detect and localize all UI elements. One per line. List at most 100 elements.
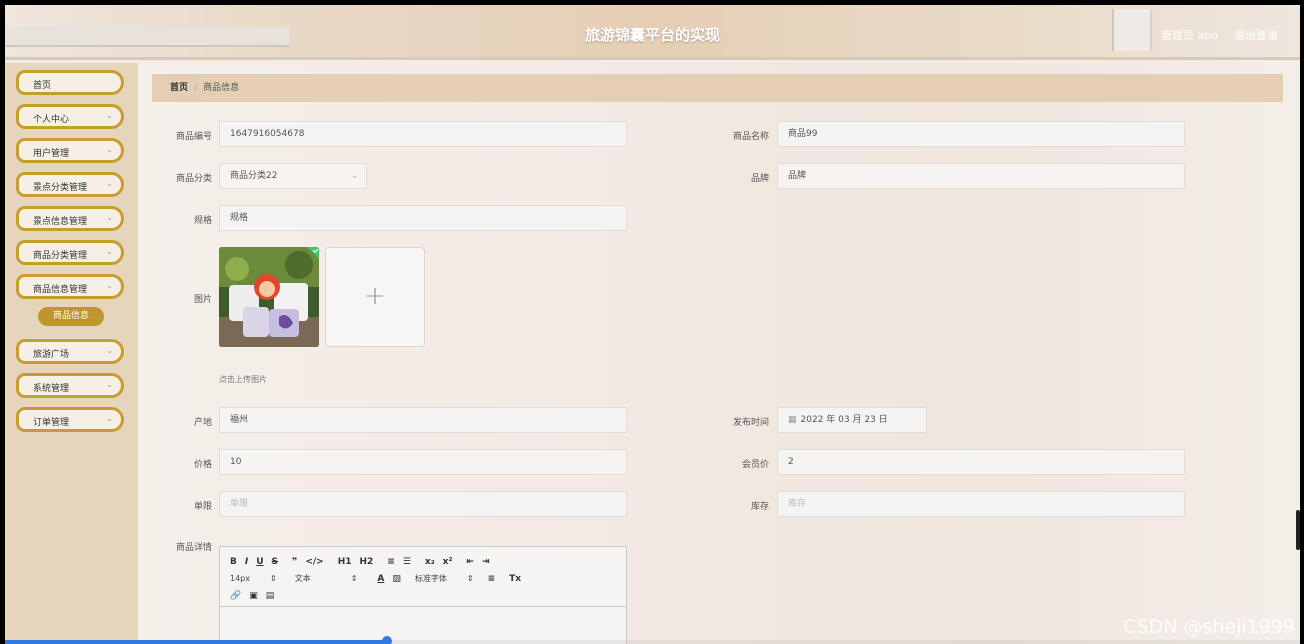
name-field[interactable]: 商品99 xyxy=(777,121,1185,147)
sidebar-item-label: 订单管理 xyxy=(33,418,70,428)
font-family-select[interactable]: 标准字体 xyxy=(415,573,447,584)
chevron-down-icon: ⌄ xyxy=(106,346,113,355)
price-field[interactable]: 10 xyxy=(219,449,627,475)
sidebar-item-spot-category[interactable]: 景点分类管理 ⌄ xyxy=(16,172,124,197)
logout-link[interactable]: 退出登录 xyxy=(1234,27,1278,43)
link-icon[interactable]: 🔗 xyxy=(230,591,241,601)
ordered-list-button[interactable]: ≡ xyxy=(387,557,395,567)
chevron-down-icon: ⌄ xyxy=(106,145,113,154)
sidebar-item-home[interactable]: 首页 xyxy=(16,70,124,95)
category-select-value: 商品分类22 xyxy=(230,171,278,181)
label-name: 商品名称 xyxy=(732,132,769,142)
code-field[interactable]: 1647916054678 xyxy=(219,121,627,147)
chevron-updown-icon: ⇕ xyxy=(466,574,474,583)
chevron-down-icon: ⌄ xyxy=(106,380,113,389)
sidebar-item-spot-info[interactable]: 景点信息管理 ⌄ xyxy=(16,206,124,231)
category-select[interactable]: 商品分类22 ⌄ xyxy=(219,163,367,189)
italic-button[interactable]: I xyxy=(245,557,248,567)
font-color-button[interactable]: A xyxy=(377,574,384,584)
h2-button[interactable]: H2 xyxy=(360,557,374,567)
sidebar-item-system[interactable]: 系统管理 ⌄ xyxy=(16,373,124,398)
label-brand: 品牌 xyxy=(750,174,769,184)
sidebar-item-label: 商品分类管理 xyxy=(33,251,88,261)
superscript-button[interactable]: x² xyxy=(443,557,453,567)
label-member-price: 会员价 xyxy=(741,460,769,470)
user-name[interactable]: 管理员 abo xyxy=(1161,27,1218,43)
label-limit: 单限 xyxy=(193,502,212,512)
image-icon[interactable]: ▣ xyxy=(249,591,258,601)
image-upload-button[interactable]: + xyxy=(325,247,425,347)
underline-button[interactable]: U xyxy=(256,557,263,567)
uploaded-image-thumbnail[interactable] xyxy=(219,247,319,347)
video-icon[interactable]: ▤ xyxy=(266,591,275,601)
sidebar-item-profile[interactable]: 个人中心 ⌄ xyxy=(16,104,124,129)
h1-button[interactable]: H1 xyxy=(338,557,352,567)
sidebar-item-goods-info[interactable]: 商品信息管理 ⌄ xyxy=(16,274,124,299)
code-button[interactable]: </> xyxy=(305,557,323,567)
chevron-updown-icon: ⇕ xyxy=(270,574,277,583)
strike-button[interactable]: S xyxy=(272,557,278,567)
chevron-down-icon: ⌄ xyxy=(106,247,113,256)
limit-field[interactable]: 单限 xyxy=(219,491,627,517)
video-progress-handle[interactable] xyxy=(382,636,393,644)
top-header: 旅游锦囊平台的实现 管理员 abo 退出登录 xyxy=(5,5,1300,60)
upload-tip: 点击上传图片 xyxy=(219,375,267,384)
rich-text-editor[interactable]: B I U S ❞ </> H1 H2 ≡ ☰ x₂ x² ⇤ ⇥ 14px ⇕… xyxy=(219,546,627,644)
brand-field[interactable]: 品牌 xyxy=(777,163,1185,189)
sidebar-item-users[interactable]: 用户管理 ⌄ xyxy=(16,138,124,163)
breadcrumb-separator: / xyxy=(194,83,198,93)
header-decoration-tiles xyxy=(1112,9,1152,51)
app-window: 旅游锦囊平台的实现 管理员 abo 退出登录 首页 个人中心 ⌄ 用户管理 ⌄ … xyxy=(5,5,1300,644)
label-date: 发布时间 xyxy=(732,418,769,428)
font-size-select[interactable]: 14px xyxy=(230,574,250,583)
sidebar-item-label: 旅游广场 xyxy=(33,350,70,360)
chevron-down-icon: ⌄ xyxy=(351,171,358,180)
watermark: CSDN @sheji1999 xyxy=(1123,616,1295,638)
sidebar-item-label: 系统管理 xyxy=(33,384,70,394)
submenu-item-goods-info[interactable]: 商品信息 xyxy=(38,307,104,326)
label-detail: 商品详情 xyxy=(175,543,212,553)
breadcrumb: 首页 / 商品信息 xyxy=(152,74,1283,102)
label-category: 商品分类 xyxy=(175,174,212,184)
chevron-updown-icon: ⇕ xyxy=(350,574,358,583)
plus-icon: + xyxy=(364,281,386,311)
date-picker[interactable]: ▦ 2022 年 03 月 23 日 xyxy=(777,407,927,433)
align-button[interactable]: ≡ xyxy=(488,574,496,584)
chevron-down-icon: ⌄ xyxy=(106,179,113,188)
page-scrollbar[interactable] xyxy=(1296,510,1300,550)
breadcrumb-current: 商品信息 xyxy=(203,83,240,93)
sidebar-item-label: 用户管理 xyxy=(33,149,70,159)
paragraph-select[interactable]: 文本 xyxy=(295,573,311,584)
background-color-button[interactable]: ▨ xyxy=(392,574,401,584)
chevron-down-icon: ⌄ xyxy=(106,111,113,120)
quote-button[interactable]: ❞ xyxy=(292,557,297,567)
member-price-field[interactable]: 2 xyxy=(777,449,1185,475)
spec-field[interactable]: 规格 xyxy=(219,205,627,231)
origin-field[interactable]: 福州 xyxy=(219,407,627,433)
sidebar-item-label: 商品信息管理 xyxy=(33,285,88,295)
label-spec: 规格 xyxy=(193,216,212,226)
bullet-list-button[interactable]: ☰ xyxy=(403,557,411,567)
stock-field[interactable]: 库存 xyxy=(777,491,1185,517)
outdent-button[interactable]: ⇤ xyxy=(466,557,474,567)
sidebar-item-label: 首页 xyxy=(33,81,52,91)
check-icon xyxy=(307,247,319,259)
sidebar-item-label: 景点信息管理 xyxy=(33,217,88,227)
label-stock: 库存 xyxy=(750,502,769,512)
clear-format-button[interactable]: Tx xyxy=(509,574,521,584)
video-progress-bar[interactable] xyxy=(5,636,1300,644)
site-title: 旅游锦囊平台的实现 xyxy=(584,26,720,44)
chevron-down-icon: ⌄ xyxy=(106,213,113,222)
subscript-button[interactable]: x₂ xyxy=(425,557,435,567)
sidebar-item-orders[interactable]: 订单管理 ⌄ xyxy=(16,407,124,432)
breadcrumb-home[interactable]: 首页 xyxy=(170,83,188,93)
calendar-icon: ▦ xyxy=(788,415,797,425)
sidebar-item-goods-category[interactable]: 商品分类管理 ⌄ xyxy=(16,240,124,265)
indent-button[interactable]: ⇥ xyxy=(482,557,490,567)
sidebar: 首页 个人中心 ⌄ 用户管理 ⌄ 景点分类管理 ⌄ 景点信息管理 ⌄ 商品分类管… xyxy=(5,63,138,644)
chevron-down-icon: ⌄ xyxy=(106,414,113,423)
sidebar-item-travel-square[interactable]: 旅游广场 ⌄ xyxy=(16,339,124,364)
bold-button[interactable]: B xyxy=(230,557,237,567)
sidebar-item-label: 景点分类管理 xyxy=(33,183,88,193)
sidebar-item-label: 个人中心 xyxy=(33,115,70,125)
